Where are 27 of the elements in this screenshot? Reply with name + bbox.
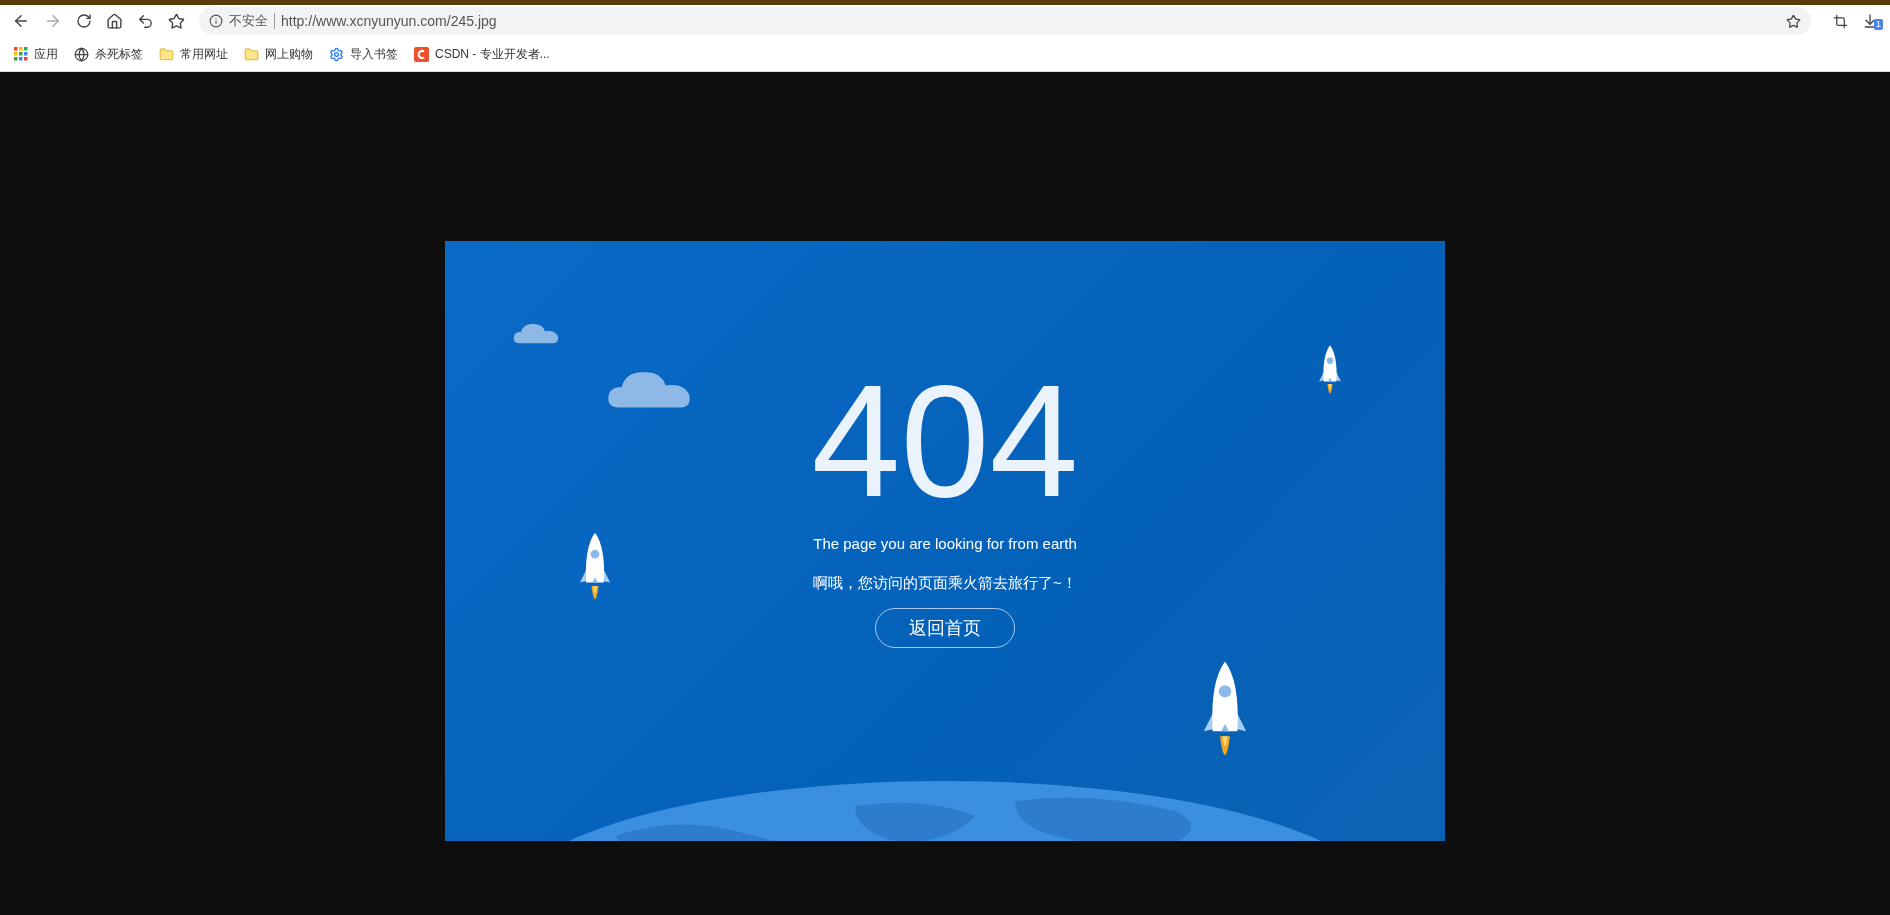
error-code: 404 <box>811 371 1079 511</box>
bookmark-item[interactable]: 导入书签 <box>329 45 398 63</box>
bookmark-item[interactable]: 杀死标签 <box>74 45 143 63</box>
logo-icon <box>414 46 429 62</box>
address-bar[interactable]: 不安全 http://www.xcnyunyun.com/245.jpg <box>199 7 1811 35</box>
bookmark-item[interactable]: 应用 <box>14 45 58 63</box>
star-icon[interactable] <box>168 12 185 30</box>
bookmark-item[interactable]: CSDN - 专业开发者... <box>414 45 550 63</box>
gear-icon <box>329 46 344 62</box>
bookmark-item[interactable]: 常用网址 <box>159 45 228 63</box>
subtitle-text: The page you are looking for from earth <box>813 534 1077 554</box>
bookmark-star-icon[interactable] <box>1786 13 1801 29</box>
folder-icon <box>244 46 259 62</box>
apps-grid-icon <box>14 47 28 61</box>
back-icon[interactable] <box>12 12 30 30</box>
url-text: http://www.xcnyunyun.com/245.jpg <box>281 11 497 31</box>
message-text: 啊哦，您访问的页面乘火箭去旅行了~！ <box>813 572 1077 593</box>
home-icon[interactable] <box>106 12 123 30</box>
bookmark-item[interactable]: 网上购物 <box>244 45 313 63</box>
info-icon[interactable] <box>209 14 223 28</box>
security-label: 不安全 <box>229 12 268 31</box>
globe-icon <box>74 46 89 62</box>
folder-icon <box>159 46 174 62</box>
undo-icon[interactable] <box>137 12 154 30</box>
crop-icon[interactable] <box>1833 13 1848 29</box>
reload-icon[interactable] <box>76 13 92 29</box>
download-count-badge: 1 <box>1874 19 1883 30</box>
